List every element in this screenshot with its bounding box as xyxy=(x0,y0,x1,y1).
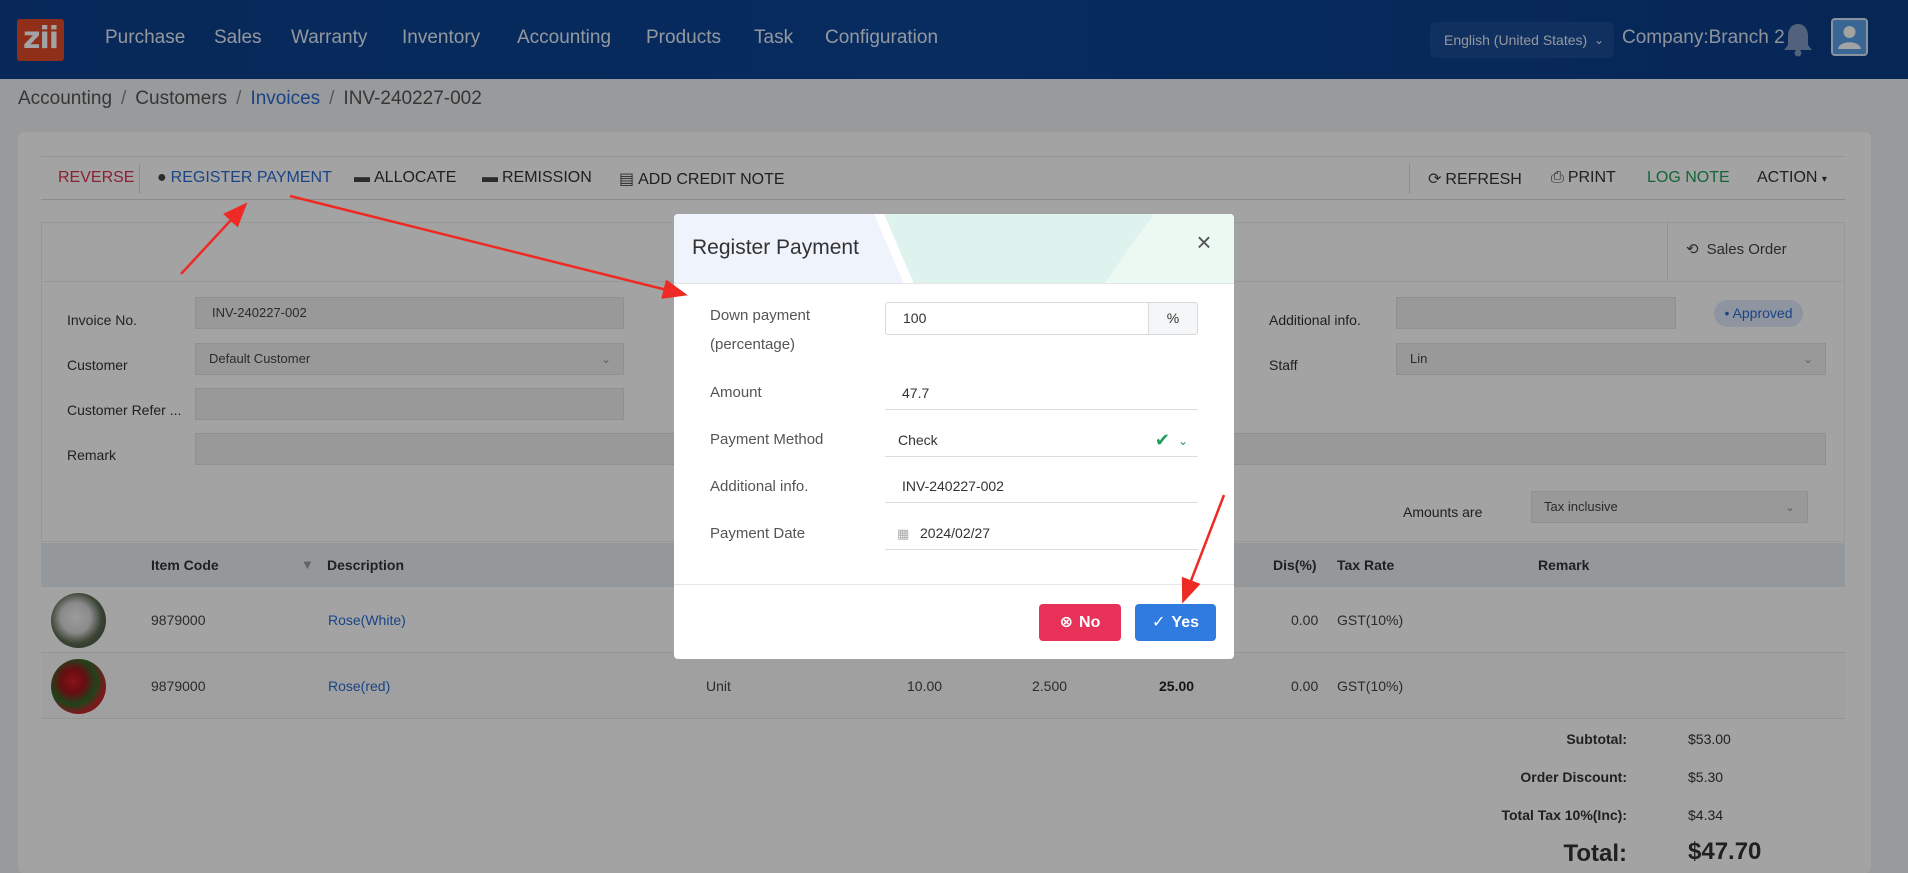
no-button[interactable]: ⊗ No xyxy=(1039,604,1121,641)
close-icon[interactable]: × xyxy=(1190,229,1218,257)
dialog-header: Register Payment × xyxy=(674,214,1234,284)
payment-date-label: Payment Date xyxy=(710,525,806,542)
additional-info-input[interactable]: INV-240227-002 xyxy=(885,470,1198,503)
chevron-down-icon: ⌄ xyxy=(1177,434,1188,448)
amount-label: Amount xyxy=(710,384,762,401)
down-payment-label: Down payment (percentage) xyxy=(710,307,811,353)
amount-input[interactable]: 47.7 xyxy=(885,377,1198,410)
dialog-title: Register Payment xyxy=(692,236,859,259)
payment-method-select[interactable]: Check ✔ ⌄ xyxy=(885,424,1198,457)
calendar-icon: ▦ xyxy=(897,526,910,541)
yes-button[interactable]: ✓ Yes xyxy=(1135,604,1216,641)
check-icon: ✔ xyxy=(1154,430,1170,450)
percent-addon: % xyxy=(1148,302,1198,335)
down-payment-input[interactable]: 100 xyxy=(885,302,1149,335)
payment-method-label: Payment Method xyxy=(710,431,824,448)
payment-date-input[interactable]: ▦ 2024/02/27 xyxy=(885,517,1198,550)
check-icon: ✓ xyxy=(1152,614,1166,631)
additional-info-label: Additional info. xyxy=(710,478,809,495)
register-payment-dialog: Register Payment × Down payment (percent… xyxy=(674,214,1234,659)
close-circle-icon: ⊗ xyxy=(1059,614,1074,631)
